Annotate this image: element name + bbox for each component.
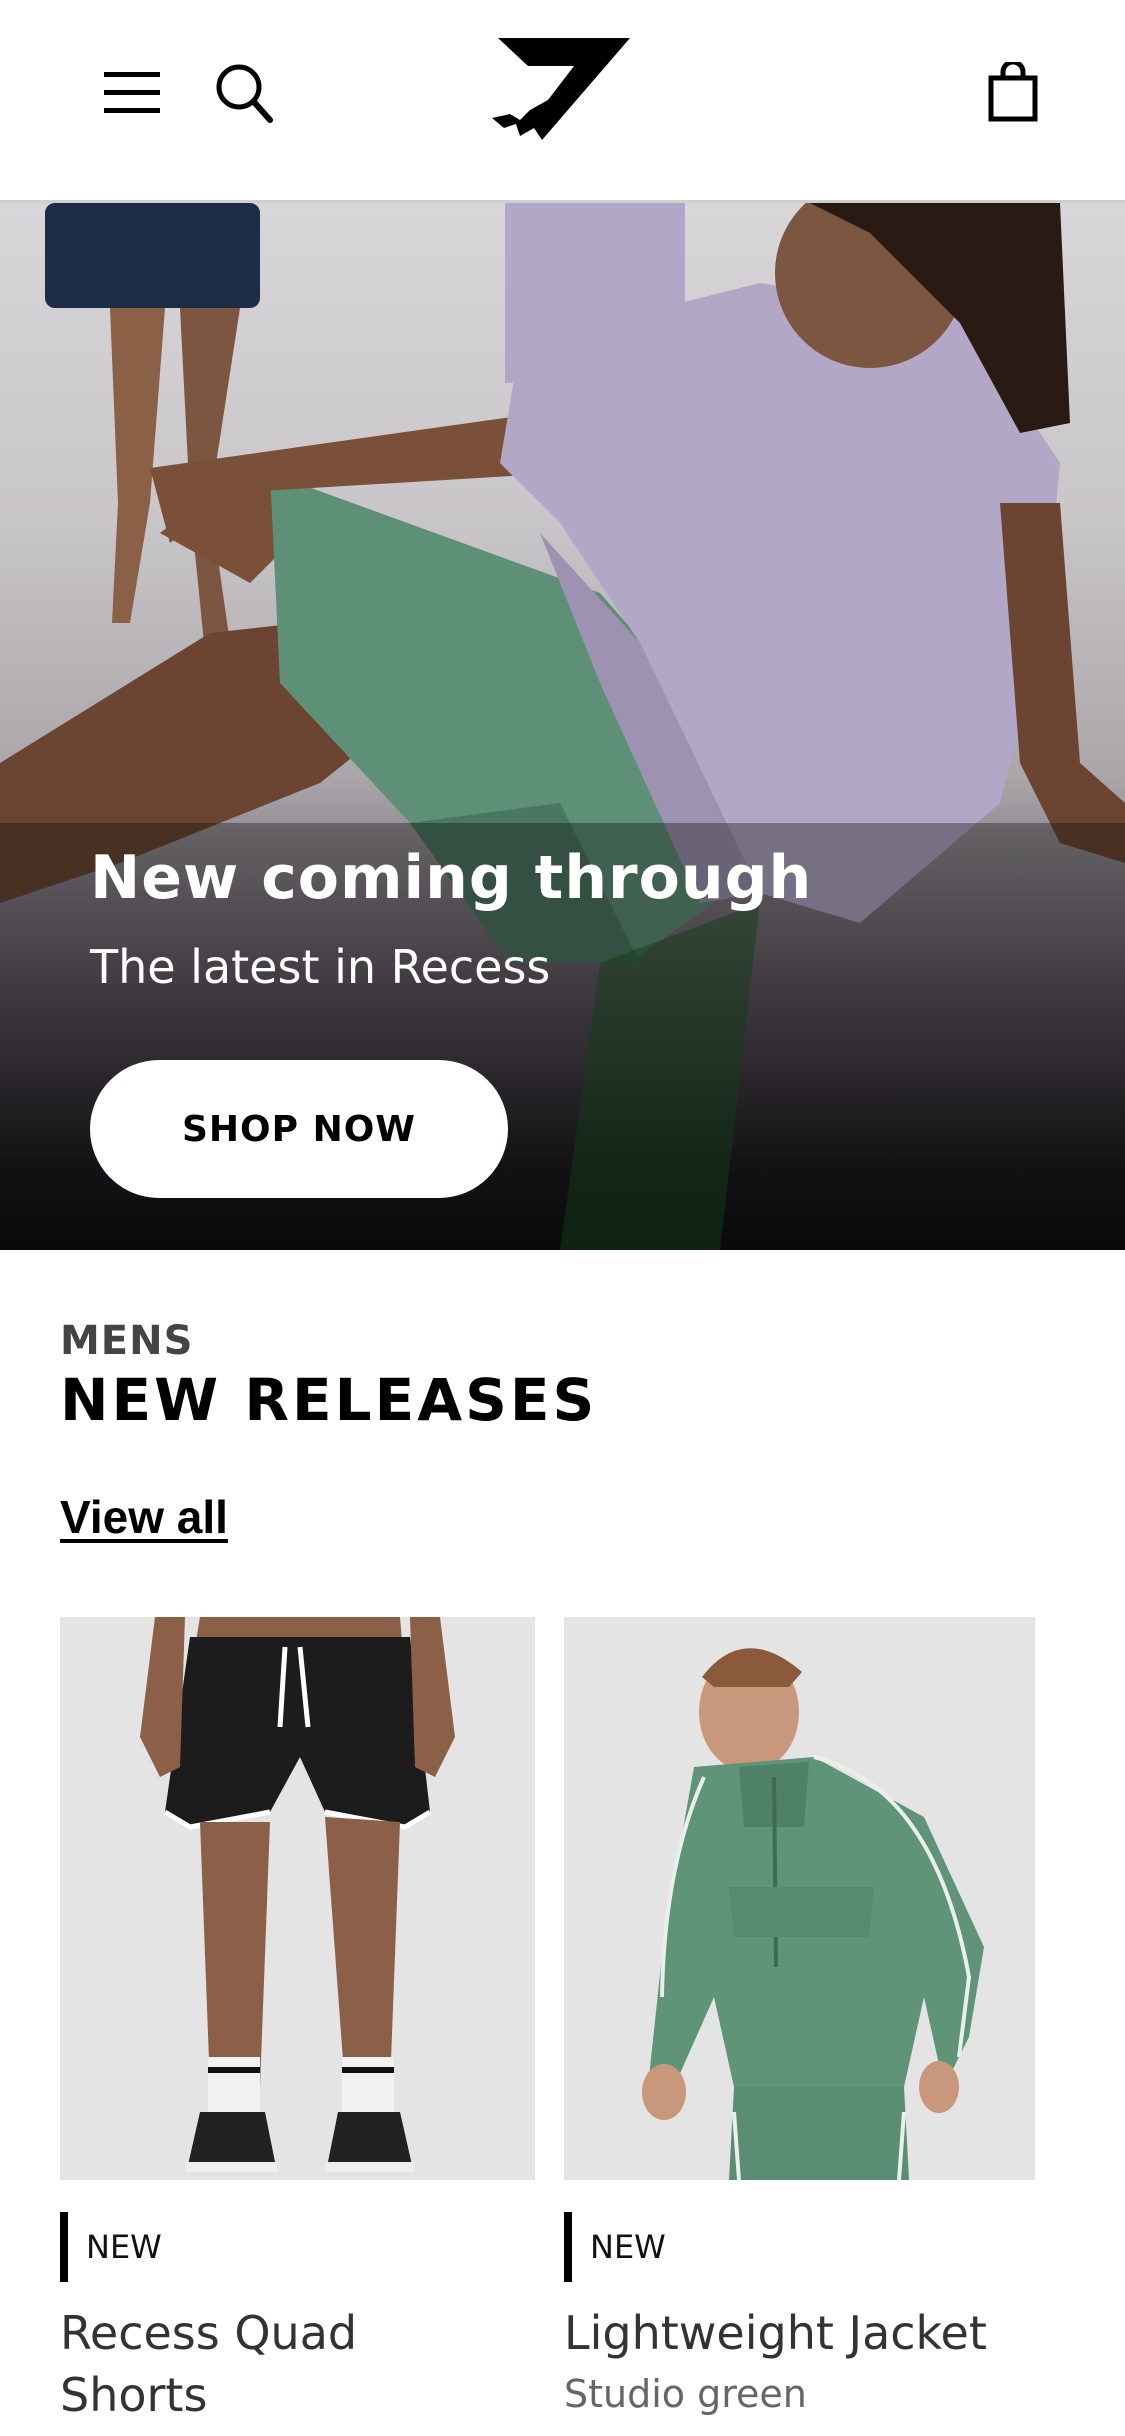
shopping-bag-icon[interactable] bbox=[988, 59, 1038, 122]
hero-subtitle: The latest in Recess bbox=[90, 940, 551, 994]
view-all-link[interactable]: View all bbox=[60, 1490, 228, 1544]
product-name[interactable]: Recess Quad Shorts bbox=[60, 2302, 535, 2426]
shop-now-button[interactable]: SHOP NOW bbox=[90, 1060, 508, 1198]
new-badge: NEW bbox=[60, 2212, 162, 2282]
hamburger-menu-icon[interactable] bbox=[104, 70, 160, 114]
site-header bbox=[0, 0, 1125, 203]
gymshark-logo[interactable] bbox=[490, 36, 630, 144]
hero-title: New coming through bbox=[90, 843, 813, 913]
product-name-line: Recess Quad bbox=[60, 2306, 358, 2360]
product-name-line: Shorts bbox=[60, 2368, 208, 2422]
product-image[interactable] bbox=[564, 1617, 1035, 2180]
section-kicker: MENS bbox=[60, 1318, 194, 1364]
section-title: NEW RELEASES bbox=[60, 1366, 598, 1434]
product-color: Studio green bbox=[564, 2372, 807, 2416]
search-icon[interactable] bbox=[214, 62, 274, 124]
new-badge: NEW bbox=[564, 2212, 666, 2282]
product-name[interactable]: Lightweight Jacket bbox=[564, 2302, 1035, 2364]
product-name-line: Lightweight Jacket bbox=[564, 2306, 987, 2360]
product-image[interactable] bbox=[60, 1617, 535, 2180]
hero-banner[interactable]: New coming through The latest in Recess … bbox=[0, 203, 1125, 1250]
